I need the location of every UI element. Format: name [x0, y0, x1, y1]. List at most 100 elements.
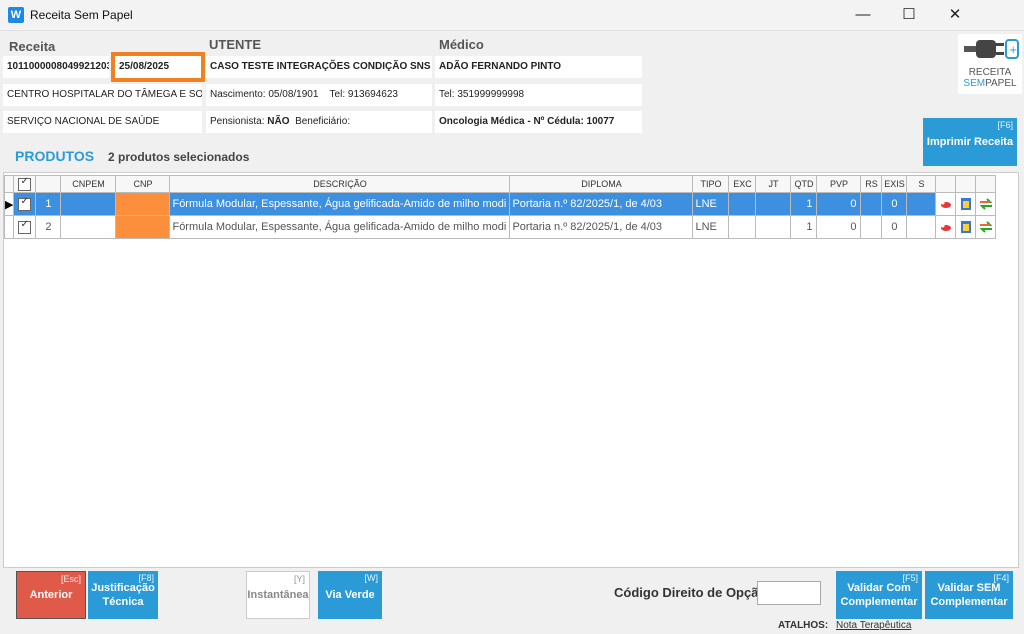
utente-tel-label: Tel: [329, 89, 346, 100]
nota-terapeutica-link[interactable]: Nota Terapêutica [836, 620, 911, 631]
col-qtd[interactable]: QTD [790, 175, 818, 193]
pensionista-label: Pensionista: [210, 116, 265, 127]
receita-local: CENTRO HOSPITALAR DO TÂMEGA E SOUS [3, 84, 202, 106]
col-s[interactable]: S [906, 175, 937, 193]
row-indicator [3, 215, 15, 239]
nascimento-label: Nascimento: [210, 89, 266, 100]
row-checkbox[interactable] [13, 192, 37, 216]
logo-line1: RECEITA [968, 67, 1012, 78]
anterior-button[interactable]: [Esc] Anterior [16, 571, 86, 619]
col-jt[interactable]: JT [755, 175, 792, 193]
row-qtd[interactable]: 1 [790, 215, 818, 239]
row-jt[interactable] [755, 192, 792, 216]
col-action-3 [975, 175, 997, 193]
select-all-checkbox[interactable] [18, 176, 32, 191]
title-bar: W Receita Sem Papel — ☐ ✕ [0, 0, 1024, 31]
receita-data[interactable]: 25/08/2025 [111, 52, 205, 82]
col-action-2 [955, 175, 977, 193]
products-grid[interactable]: CNPEM CNP DESCRIÇÃO DIPLOMA TIPO EXC JT … [3, 172, 1019, 568]
produtos-title: PRODUTOS [15, 148, 95, 164]
row-tipo[interactable]: LNE [692, 215, 730, 239]
receita-entidade: SERVIÇO NACIONAL DE SAÚDE [3, 111, 202, 133]
col-tipo[interactable]: TIPO [692, 175, 730, 193]
maximize-icon[interactable]: ☐ [886, 0, 932, 30]
medico-tel-label: Tel: [439, 89, 455, 100]
row-descricao[interactable]: Fórmula Modular, Espessante, Água gelifi… [169, 192, 511, 216]
col-cnpem[interactable]: CNPEM [60, 175, 117, 193]
row-cnpem[interactable] [60, 215, 117, 239]
row-checkbox[interactable] [13, 215, 37, 239]
medico-especialidade: Oncologia Médica - Nº Cédula: 10077 [435, 111, 642, 133]
row-rs[interactable] [860, 215, 883, 239]
row-s[interactable] [906, 215, 937, 239]
col-descricao[interactable]: DESCRIÇÃO [169, 175, 511, 193]
row-cnp[interactable] [115, 215, 171, 239]
row-descricao[interactable]: Fórmula Modular, Espessante, Água gelifi… [169, 215, 511, 239]
row-exis[interactable]: 0 [881, 215, 908, 239]
medico-tel-value: 351999999998 [457, 89, 525, 100]
beneficiario-label: Beneficiário: [295, 116, 351, 127]
row-diploma[interactable]: Portaria n.º 82/2025/1, de 4/03 [509, 192, 694, 216]
validar-com-complementar-button[interactable]: [F5] Validar Com Complementar [836, 571, 922, 619]
row-indicator-icon: ▶ [3, 192, 15, 216]
row-jt[interactable] [755, 215, 792, 239]
col-n [35, 175, 62, 193]
row-s[interactable] [906, 192, 937, 216]
pill-icon[interactable] [935, 215, 957, 239]
plug-icon: + [964, 39, 1019, 59]
app-icon: W [8, 7, 24, 23]
col-rs[interactable]: RS [860, 175, 883, 193]
document-edit-icon[interactable] [955, 215, 977, 239]
svg-text:+: + [1009, 45, 1017, 56]
row-number: 1 [35, 192, 62, 216]
logo-line2: SEMPAPEL [963, 78, 1017, 89]
table-row[interactable]: 2 Fórmula Modular, Espessante, Água geli… [3, 215, 997, 239]
codigo-direito-opcao-label: Código Direito de Opção [614, 585, 767, 600]
col-cnp[interactable]: CNP [115, 175, 171, 193]
row-exc[interactable] [728, 215, 757, 239]
row-pvp[interactable]: 0 [816, 192, 862, 216]
table-header: CNPEM CNP DESCRIÇÃO DIPLOMA TIPO EXC JT … [3, 175, 997, 193]
col-diploma[interactable]: DIPLOMA [509, 175, 694, 193]
validar-sem-complementar-button[interactable]: [F4] Validar SEM Complementar [925, 571, 1013, 619]
col-exis[interactable]: EXIS [881, 175, 908, 193]
medico-tel: Tel: 351999999998 [435, 84, 642, 106]
utente-nascimento-tel: Nascimento: 05/08/1901 Tel: 913694623 [206, 84, 432, 106]
col-action-1 [935, 175, 957, 193]
products-table: CNPEM CNP DESCRIÇÃO DIPLOMA TIPO EXC JT … [3, 175, 997, 239]
codigo-direito-opcao-input[interactable] [757, 581, 821, 605]
justificacao-tecnica-button[interactable]: [F8] Justificação Técnica [88, 571, 158, 619]
nascimento-value: 05/08/1901 [268, 89, 319, 100]
medico-nome: ADÃO FERNANDO PINTO [435, 56, 642, 78]
row-exc[interactable] [728, 192, 757, 216]
document-edit-icon[interactable] [955, 192, 977, 216]
receita-sem-papel-logo: + RECEITA SEMPAPEL [958, 34, 1022, 94]
pill-icon[interactable] [935, 192, 957, 216]
minimize-icon[interactable]: — [840, 0, 886, 30]
table-row[interactable]: ▶ 1 Fórmula Modular, Espessante, Água ge… [3, 192, 997, 216]
atalhos-label: ATALHOS: [778, 620, 829, 631]
produtos-subtitle: 2 produtos selecionados [108, 150, 250, 164]
row-number: 2 [35, 215, 62, 239]
col-exc[interactable]: EXC [728, 175, 757, 193]
col-select-all[interactable] [13, 175, 37, 193]
row-rs[interactable] [860, 192, 883, 216]
row-tipo[interactable]: LNE [692, 192, 730, 216]
pensionista-value: NÃO [267, 116, 290, 127]
utente-tel-value: 913694623 [347, 89, 398, 100]
col-pvp[interactable]: PVP [816, 175, 862, 193]
swap-icon[interactable] [975, 192, 997, 216]
row-cnpem[interactable] [60, 192, 117, 216]
utente-label: UTENTE [209, 37, 261, 52]
row-diploma[interactable]: Portaria n.º 82/2025/1, de 4/03 [509, 215, 694, 239]
row-cnp[interactable] [115, 192, 171, 216]
swap-icon[interactable] [975, 215, 997, 239]
row-qtd[interactable]: 1 [790, 192, 818, 216]
row-exis[interactable]: 0 [881, 192, 908, 216]
close-icon[interactable]: ✕ [932, 0, 978, 30]
via-verde-button[interactable]: [W] Via Verde [318, 571, 382, 619]
receita-label: Receita [9, 39, 56, 54]
instantanea-button[interactable]: [Y] Instantânea [246, 571, 310, 619]
row-pvp[interactable]: 0 [816, 215, 862, 239]
print-receita-button[interactable]: [F6] Imprimir Receita [923, 118, 1017, 166]
